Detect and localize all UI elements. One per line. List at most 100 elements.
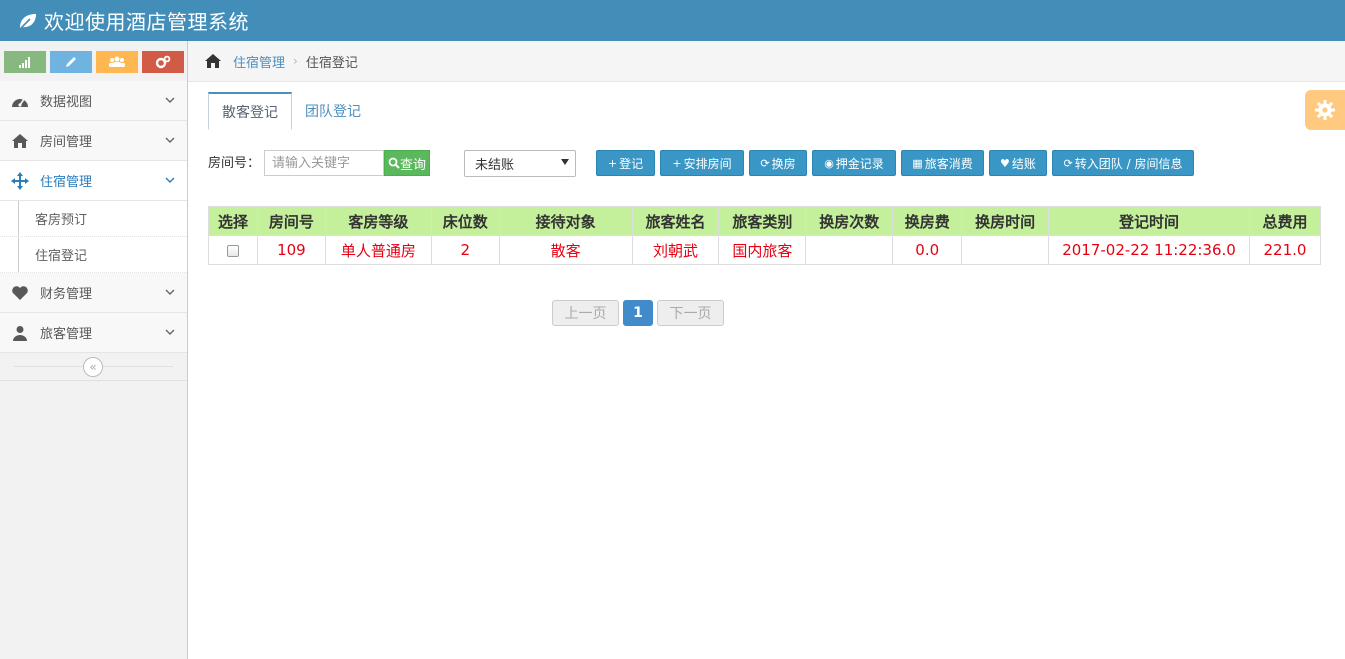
leaf-icon [20, 13, 36, 29]
arrange-room-button-label: 安排房间 [683, 156, 732, 171]
change-room-button-label: 换房 [771, 156, 796, 171]
tab-group-checkin[interactable]: 团队登记 [292, 92, 374, 130]
table-cell: 国内旅客 [718, 235, 807, 265]
column-header: 选择 [208, 206, 258, 236]
settings-button[interactable] [1305, 90, 1345, 130]
chevron-down-icon [165, 329, 175, 335]
cogs-icon [155, 55, 171, 69]
column-header[interactable]: 旅客姓名 [632, 206, 720, 236]
table-cell: 单人普通房 [325, 235, 432, 265]
sidebar-item-accommodation-management[interactable]: 住宿管理 [0, 161, 187, 201]
breadcrumb-parent-link[interactable]: 住宿管理 [233, 52, 285, 71]
table-cell [805, 235, 894, 265]
table-cell [961, 235, 1050, 265]
sidebar-item-room-management[interactable]: 房间管理 [0, 121, 187, 161]
search-button[interactable]: 查询 [384, 150, 430, 176]
heart-icon [10, 284, 30, 302]
chevron-down-icon [165, 177, 175, 183]
app-title: 欢迎使用酒店管理系统 [44, 10, 249, 34]
sidebar-subitem-checkin[interactable]: 住宿登记 [0, 237, 187, 273]
refresh-icon: ⟳ [760, 156, 770, 170]
sidebar-shortcuts [0, 41, 187, 81]
column-header[interactable]: 换房费 [892, 206, 963, 236]
sidebar-item-label: 房间管理 [40, 135, 93, 150]
breadcrumb: 住宿管理 › 住宿登记 [188, 41, 1345, 82]
room-number-label: 房间号： [208, 156, 261, 171]
deposit-record-button[interactable]: ◉ 押金记录 [812, 150, 896, 176]
sidebar-item-guest-management[interactable]: 旅客管理 [0, 313, 187, 353]
column-header[interactable]: 换房次数 [805, 206, 894, 236]
prev-page-button[interactable]: 上一页 [552, 300, 619, 326]
user-icon [10, 324, 30, 342]
shortcut-cogs-button[interactable] [142, 51, 184, 73]
sidebar-item-label: 旅客管理 [40, 327, 93, 342]
column-header[interactable]: 床位数 [431, 206, 500, 236]
table-cell: 109 [257, 235, 326, 265]
plus-icon: + [607, 156, 618, 170]
sidebar-item-label: 数据视图 [40, 95, 93, 110]
column-header[interactable]: 换房时间 [961, 206, 1050, 236]
status-select[interactable]: 未结账 [464, 150, 576, 177]
table-cell: 2 [431, 235, 500, 265]
home-icon [10, 132, 30, 150]
register-button[interactable]: + 登记 [596, 150, 655, 176]
guest-consumption-button-label: 旅客消费 [924, 156, 973, 171]
change-room-button[interactable]: ⟳ 换房 [749, 150, 807, 176]
guest-consumption-button[interactable]: ▦ 旅客消费 [901, 150, 984, 176]
tab-individual-checkin[interactable]: 散客登记 [208, 92, 292, 130]
search-input[interactable] [264, 150, 384, 176]
table-cell: 221.0 [1249, 235, 1322, 265]
column-header[interactable]: 旅客类别 [718, 206, 807, 236]
sidebar-item-finance-management[interactable]: 财务管理 [0, 273, 187, 313]
shortcut-users-button[interactable] [96, 51, 138, 73]
checkout-button[interactable]: ♥ 结账 [989, 150, 1047, 176]
row-checkbox[interactable] [226, 244, 239, 257]
sidebar-item-data-view[interactable]: 数据视图 [0, 81, 187, 121]
column-header[interactable]: 客房等级 [325, 206, 432, 236]
transfer-group-button[interactable]: ⟳ 转入团队 / 房间信息 [1052, 150, 1194, 176]
toolbar: 房间号： 查询 未结账 + 登记 + 安排房间 ⟳ 换房 ◉ 押金记录 ▦ 旅客… [208, 150, 1328, 177]
page-1-button[interactable]: 1 [623, 300, 653, 326]
checkout-button-label: 结账 [1011, 156, 1036, 171]
breadcrumb-current: 住宿登记 [305, 55, 358, 71]
heart-icon: ♥ [1000, 156, 1010, 170]
table-header-row: 选择 房间号 客房等级 床位数 接待对象 旅客姓名 旅客类别 换房次数 换房费 … [208, 206, 1322, 236]
move-icon [10, 171, 30, 190]
table-cell: 0.0 [892, 235, 963, 265]
column-header[interactable]: 登记时间 [1048, 206, 1250, 236]
double-angle-left-icon: « [89, 360, 97, 374]
top-header: 欢迎使用酒店管理系统 [0, 0, 1345, 41]
breadcrumb-separator-icon: › [293, 54, 298, 68]
sidebar-item-label: 住宿管理 [40, 175, 93, 190]
shortcut-pencil-button[interactable] [50, 51, 92, 73]
table-cell: 散客 [499, 235, 633, 265]
sidebar-subitem-label: 客房预订 [35, 213, 88, 228]
search-icon [388, 157, 400, 169]
status-select-value: 未结账 [475, 158, 515, 173]
register-button-label: 登记 [619, 156, 644, 171]
gear-icon [1315, 100, 1335, 120]
tab-bar: 散客登记 团队登记 [208, 92, 374, 130]
row-select-cell [208, 235, 258, 265]
sidebar-collapse-bar: « [0, 353, 187, 381]
eye-icon: ◉ [824, 156, 834, 170]
table-row[interactable]: 109 单人普通房 2 散客 刘朝武 国内旅客 0.0 2017-02-22 1… [208, 235, 1322, 265]
sidebar-collapse-button[interactable]: « [83, 357, 103, 377]
chevron-down-icon [165, 289, 175, 295]
chevron-down-icon [165, 97, 175, 103]
home-icon[interactable] [205, 54, 221, 68]
column-header[interactable]: 接待对象 [499, 206, 633, 236]
search-button-label: 查询 [399, 157, 426, 173]
column-header[interactable]: 房间号 [257, 206, 326, 236]
dashboard-icon [10, 92, 30, 110]
checkin-table: 选择 房间号 客房等级 床位数 接待对象 旅客姓名 旅客类别 换房次数 换房费 … [208, 206, 1322, 265]
next-page-button[interactable]: 下一页 [657, 300, 724, 326]
sidebar: 数据视图 房间管理 住宿管理 客房预订 住宿登记 财务管理 旅客管理 « [0, 41, 188, 659]
shortcut-signal-button[interactable] [4, 51, 46, 73]
users-icon [109, 56, 125, 67]
pencil-icon [66, 57, 76, 67]
sidebar-subitem-room-booking[interactable]: 客房预订 [0, 201, 187, 237]
plus-icon: + [672, 156, 682, 170]
arrange-room-button[interactable]: + 安排房间 [660, 150, 744, 176]
column-header[interactable]: 总费用 [1249, 206, 1322, 236]
